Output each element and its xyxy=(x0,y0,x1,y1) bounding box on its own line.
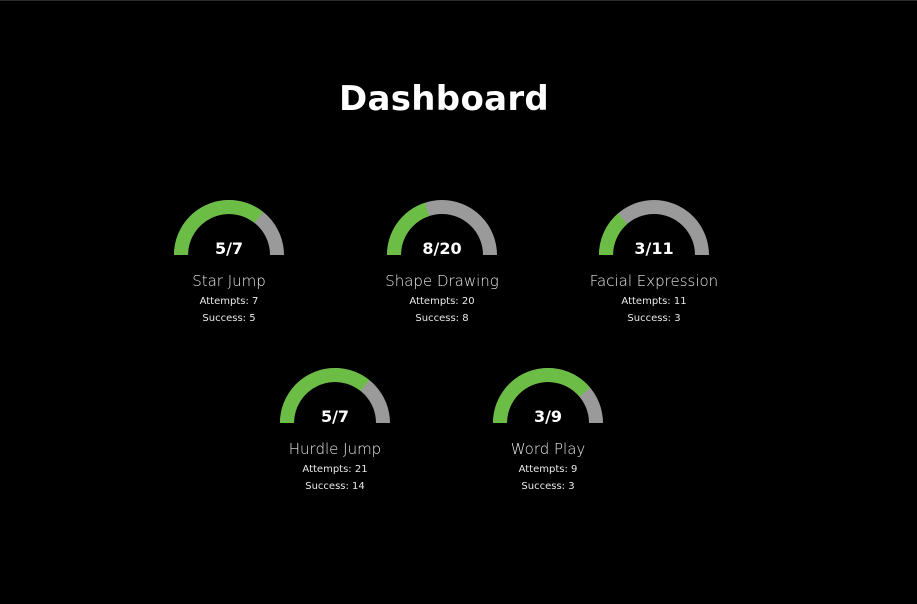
attempts-label: Attempts: 11 xyxy=(621,296,687,307)
activity-card-word-play[interactable]: 3/9 Word Play Attempts: 9 Success: 3 xyxy=(448,365,648,495)
gauge-ratio-label: 8/20 xyxy=(422,239,462,258)
success-label: Success: 14 xyxy=(305,481,365,492)
activity-name: Hurdle Jump xyxy=(288,440,382,458)
activity-name: Shape Drawing xyxy=(385,272,499,290)
attempts-label: Attempts: 21 xyxy=(302,464,368,475)
activity-name: Facial Expression xyxy=(589,272,719,290)
attempts-label: Attempts: 9 xyxy=(518,464,578,475)
activity-card-star-jump[interactable]: 5/7 Star Jump Attempts: 7 Success: 5 xyxy=(129,197,329,327)
top-border xyxy=(0,0,917,1)
success-label: Success: 5 xyxy=(202,313,256,324)
attempts-label: Attempts: 7 xyxy=(199,296,259,307)
gauge-ratio-label: 5/7 xyxy=(214,239,244,258)
attempts-label: Attempts: 20 xyxy=(409,296,475,307)
gauge-ratio-label: 3/9 xyxy=(533,407,563,426)
activity-card-shape-drawing[interactable]: 8/20 Shape Drawing Attempts: 20 Success:… xyxy=(342,197,542,327)
success-label: Success: 3 xyxy=(627,313,681,324)
activity-card-facial-expression[interactable]: 3/11 Facial Expression Attempts: 11 Succ… xyxy=(554,197,754,327)
success-label: Success: 8 xyxy=(415,313,469,324)
gauge-ratio-label: 5/7 xyxy=(320,407,350,426)
page-title: Dashboard xyxy=(339,79,550,119)
success-label: Success: 3 xyxy=(521,481,575,492)
activity-name: Word Play xyxy=(510,440,586,458)
gauge-ratio-label: 3/11 xyxy=(634,239,674,258)
activity-card-hurdle-jump[interactable]: 5/7 Hurdle Jump Attempts: 21 Success: 14 xyxy=(235,365,435,495)
activity-name: Star Jump xyxy=(192,272,266,290)
